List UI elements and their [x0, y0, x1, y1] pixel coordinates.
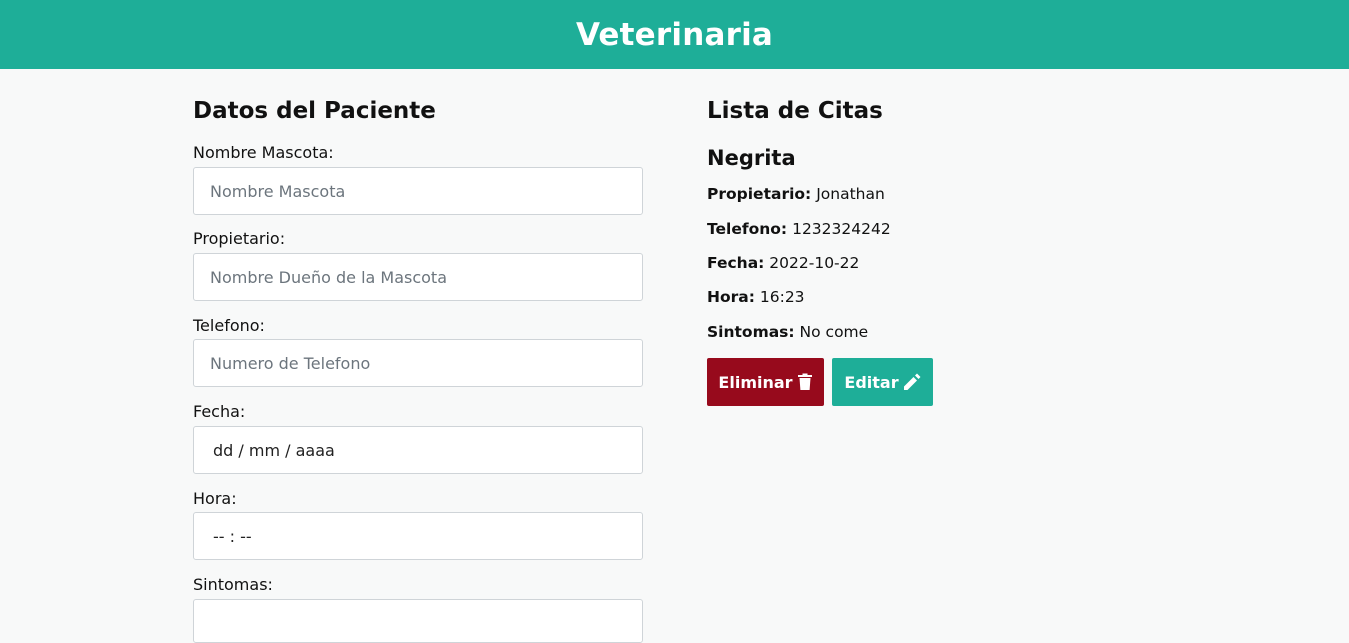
appointment-owner-row: Propietario: Jonathan — [707, 184, 885, 204]
appointment-time-row: Hora: 16:23 — [707, 287, 805, 307]
telefono-input[interactable]: Numero de Telefono — [193, 339, 643, 387]
hora-label: Hora: — [193, 489, 237, 508]
appointment-date-row: Fecha: 2022-10-22 — [707, 253, 859, 273]
app-title: Veterinaria — [575, 16, 774, 53]
mascota-label: Nombre Mascota: — [193, 143, 334, 162]
mascota-input[interactable]: Nombre Mascota — [193, 167, 643, 215]
trash-icon — [797, 373, 812, 390]
owner-key: Propietario: — [707, 185, 812, 203]
appointment-pet-name: Negrita — [707, 146, 796, 170]
date-key: Fecha: — [707, 254, 765, 272]
appointment-symptoms-row: Sintomas: No come — [707, 322, 868, 342]
pencil-icon — [903, 373, 921, 390]
appointment-phone-row: Telefono: 1232324242 — [707, 219, 891, 239]
time-key: Hora: — [707, 288, 755, 306]
propietario-input[interactable]: Nombre Dueño de la Mascota — [193, 253, 643, 301]
time-value: 16:23 — [759, 288, 805, 306]
edit-label: Editar — [844, 372, 899, 392]
form-title: Datos del Paciente — [193, 98, 436, 124]
symptoms-key: Sintomas: — [707, 323, 795, 341]
sintomas-textarea[interactable] — [193, 599, 643, 643]
propietario-label: Propietario: — [193, 229, 286, 248]
fecha-label: Fecha: — [193, 402, 246, 421]
telefono-label: Telefono: — [193, 316, 265, 335]
delete-button[interactable]: Eliminar — [707, 358, 824, 406]
hora-input[interactable]: -- : -- — [193, 512, 643, 560]
phone-key: Telefono: — [707, 220, 788, 238]
sintomas-label: Sintomas: — [193, 575, 273, 594]
edit-button[interactable]: Editar — [832, 358, 933, 406]
fecha-input[interactable]: dd / mm / aaaa — [193, 426, 643, 474]
app-header: Veterinaria — [0, 0, 1349, 69]
owner-value: Jonathan — [816, 185, 885, 203]
list-title: Lista de Citas — [707, 98, 883, 124]
phone-value: 1232324242 — [792, 220, 891, 238]
date-value: 2022-10-22 — [769, 254, 860, 272]
symptoms-value: No come — [799, 323, 869, 341]
delete-label: Eliminar — [718, 372, 793, 392]
